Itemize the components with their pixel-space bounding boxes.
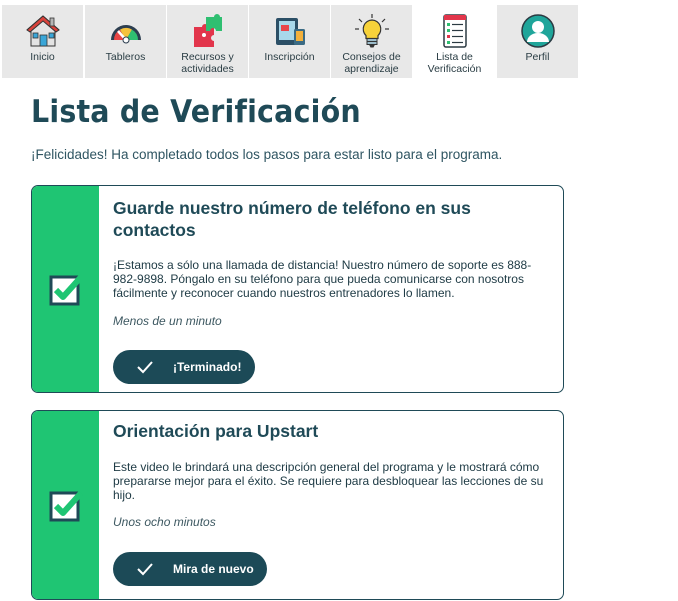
card-body: Guarde nuestro número de teléfono en sus… <box>113 186 551 328</box>
checklist-card: Orientación para Upstart Este video le b… <box>31 410 564 600</box>
tab-label: Perfil <box>525 51 550 63</box>
watch-again-button[interactable]: Mira de nuevo <box>113 552 267 586</box>
checked-checkbox-icon <box>49 490 83 522</box>
tab-label: Inicio <box>30 51 55 63</box>
lightbulb-icon <box>354 13 390 49</box>
tab-inicio[interactable]: Inicio <box>2 5 83 78</box>
card-description: ¡Estamos a sólo una llamada de distancia… <box>113 258 532 300</box>
gauge-icon <box>108 13 144 49</box>
button-label: ¡Terminado! <box>173 360 242 374</box>
card-description: Este video le brindará una descripción g… <box>113 460 544 502</box>
button-label: Mira de nuevo <box>173 562 254 576</box>
tab-label: Recursos y actividades <box>181 51 234 75</box>
page-title: Lista de Verificación <box>31 94 361 130</box>
tab-tableros[interactable]: Tableros <box>85 5 166 78</box>
check-icon <box>137 563 153 576</box>
card-title: Orientación para Upstart <box>113 421 319 441</box>
puzzle-icon <box>190 13 226 49</box>
checklist-card: Guarde nuestro número de teléfono en sus… <box>31 185 564 393</box>
checked-checkbox-icon <box>49 274 83 306</box>
tab-consejos[interactable]: Consejos de aprendizaje <box>331 5 412 78</box>
tab-label: Tableros <box>105 51 146 63</box>
tab-recursos[interactable]: Recursos y actividades <box>167 5 248 78</box>
tab-perfil[interactable]: Perfil <box>497 5 578 78</box>
tab-label: Inscripción <box>264 51 315 63</box>
card-duration: Menos de un minuto <box>113 314 222 328</box>
tab-lista-verificacion[interactable]: Lista de Verificación <box>414 5 495 78</box>
completed-button[interactable]: ¡Terminado! <box>113 350 255 384</box>
status-strip <box>32 186 99 392</box>
house-icon <box>25 13 61 49</box>
profile-icon <box>520 13 556 49</box>
top-navigation: Inicio Tableros Recursos y actividades I… <box>0 0 678 78</box>
tablet-icon <box>272 13 308 49</box>
checklist-icon <box>437 13 473 49</box>
tab-label: Lista de Verificación <box>427 51 482 75</box>
intro-text: ¡Felicidades! Ha completado todos los pa… <box>31 147 503 162</box>
tab-label: Consejos de aprendizaje <box>342 51 401 75</box>
status-strip <box>32 411 99 599</box>
check-icon <box>137 361 153 374</box>
card-duration: Unos ocho minutos <box>113 515 216 529</box>
tab-inscripcion[interactable]: Inscripción <box>249 5 330 78</box>
card-title: Guarde nuestro número de teléfono en sus… <box>113 198 471 240</box>
card-body: Orientación para Upstart Este video le b… <box>113 411 551 529</box>
